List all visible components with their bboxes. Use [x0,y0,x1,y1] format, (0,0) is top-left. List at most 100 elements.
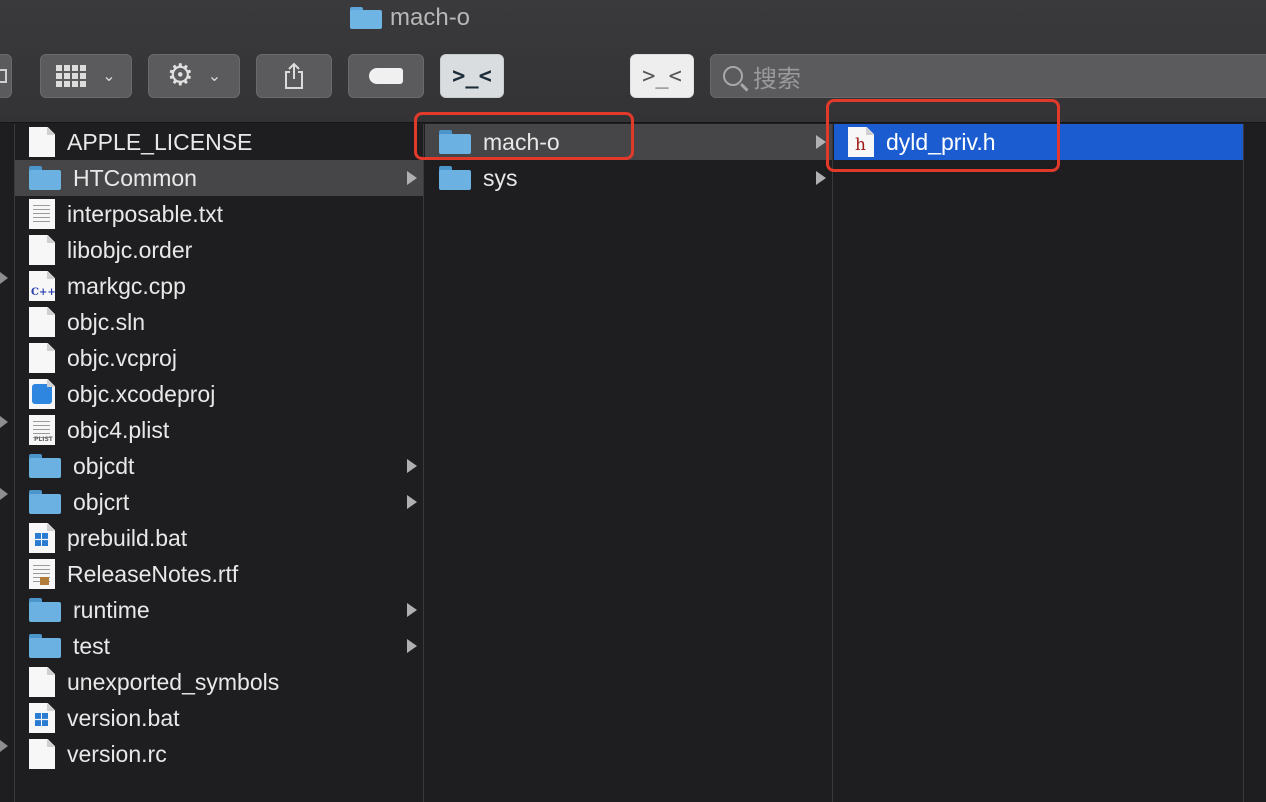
column-browser: APPLE_LICENSE HTCommon interposable.txt … [0,99,1266,802]
list-item[interactable]: test [15,628,423,664]
folder-icon [29,489,61,515]
plist-file-icon: PLIST [29,415,55,445]
document-icon [29,235,55,265]
text-file-icon [29,199,55,229]
folder-icon [350,7,382,29]
column-1[interactable]: APPLE_LICENSE HTCommon interposable.txt … [14,124,424,802]
windows-badge-icon [35,713,48,726]
xcode-project-icon [29,379,55,409]
share-button[interactable] [256,54,332,98]
folder-icon [29,597,61,623]
grid-view-icon [56,65,87,87]
disclosure-arrow-icon [0,272,8,284]
sidebar-icon [0,69,7,83]
search-placeholder: 搜索 [753,65,801,93]
window-title-text: mach-o [390,4,471,31]
list-item[interactable]: PLIST objc4.plist [15,412,423,448]
disclosure-arrow-icon [407,171,417,185]
item-label: version.bat [67,704,180,731]
folder-icon [29,633,61,659]
chevron-down-icon: ⌄ [102,68,116,85]
item-label: test [73,632,111,659]
window-toolbar: mach-o ⌄ ⚙ ⌄ >_< >_< 搜索 [0,0,1266,123]
item-label: objc.vcproj [67,344,177,371]
disclosure-arrow-icon [0,740,8,752]
disclosure-arrow-icon [407,639,417,653]
folder-icon [29,453,61,479]
document-icon [29,343,55,373]
item-label: runtime [73,596,150,623]
disclosure-arrow-icon [0,416,8,428]
item-label: objc.xcodeproj [67,380,216,407]
windows-badge-icon [35,533,48,546]
batch-file-icon [29,523,55,553]
rtf-badge-icon [40,577,49,585]
list-item[interactable]: version.rc [15,736,423,772]
view-toggle-button[interactable] [0,54,12,98]
document-icon [29,739,55,769]
document-icon [29,307,55,337]
item-label: objcrt [73,488,130,515]
action-button[interactable]: ⚙ ⌄ [148,54,240,98]
list-item[interactable]: objc.xcodeproj [15,376,423,412]
search-field[interactable]: 搜索 [710,54,1266,98]
tags-button[interactable] [348,54,424,98]
disclosure-arrow-icon [407,459,417,473]
list-item[interactable]: objc.vcproj [15,340,423,376]
list-item[interactable]: prebuild.bat [15,520,423,556]
window-title: mach-o [350,2,470,34]
file-badge: PLIST [34,436,53,443]
item-label: libobjc.order [67,236,193,263]
highlight-box [826,99,1060,172]
list-item[interactable]: C++ markgc.cpp [15,268,423,304]
terminal-active-button[interactable]: >_< [440,54,504,98]
item-label: prebuild.bat [67,524,188,551]
item-label: interposable.txt [67,200,223,227]
terminal-button[interactable]: >_< [630,54,694,98]
item-label: HTCommon [73,164,197,191]
file-badge: C++ [31,287,56,298]
item-label: ReleaseNotes.rtf [67,560,239,587]
chevron-down-icon: ⌄ [207,68,222,85]
cpp-file-icon: C++ [29,271,55,301]
rtf-file-icon [29,559,55,589]
list-item[interactable]: unexported_symbols [15,664,423,700]
disclosure-arrow-icon [407,495,417,509]
terminal-icon: >_< [452,63,492,89]
item-label: objcdt [73,452,135,479]
xcode-badge-icon [32,384,52,404]
list-item[interactable]: APPLE_LICENSE [15,124,423,160]
column-2[interactable]: mach-o sys [425,124,833,802]
item-label: sys [483,164,518,191]
item-label: objc.sln [67,308,145,335]
column-3[interactable]: h dyld_priv.h [834,124,1244,802]
tag-icon [369,68,403,84]
gear-icon: ⚙ [166,59,194,92]
list-item[interactable]: libobjc.order [15,232,423,268]
list-item[interactable]: sys [425,160,832,196]
item-label: unexported_symbols [67,668,280,695]
disclosure-arrow-icon [816,135,826,149]
list-item[interactable]: objcdt [15,448,423,484]
disclosure-arrow-icon [0,488,8,500]
folder-icon [439,165,471,191]
list-item[interactable]: ReleaseNotes.rtf [15,556,423,592]
list-item[interactable]: objc.sln [15,304,423,340]
item-label: APPLE_LICENSE [67,128,253,155]
terminal-icon: >_< [642,63,682,89]
list-item[interactable]: HTCommon [15,160,423,196]
list-item[interactable]: version.bat [15,700,423,736]
disclosure-arrow-icon [407,603,417,617]
document-icon [29,667,55,697]
folder-icon [29,165,61,191]
item-label: markgc.cpp [67,272,186,299]
list-item[interactable]: runtime [15,592,423,628]
item-label: version.rc [67,740,167,767]
view-options-button[interactable]: ⌄ [40,54,132,98]
list-item[interactable]: interposable.txt [15,196,423,232]
item-label: objc4.plist [67,416,170,443]
batch-file-icon [29,703,55,733]
search-icon [723,66,743,86]
previous-column-edge [0,124,14,802]
list-item[interactable]: objcrt [15,484,423,520]
